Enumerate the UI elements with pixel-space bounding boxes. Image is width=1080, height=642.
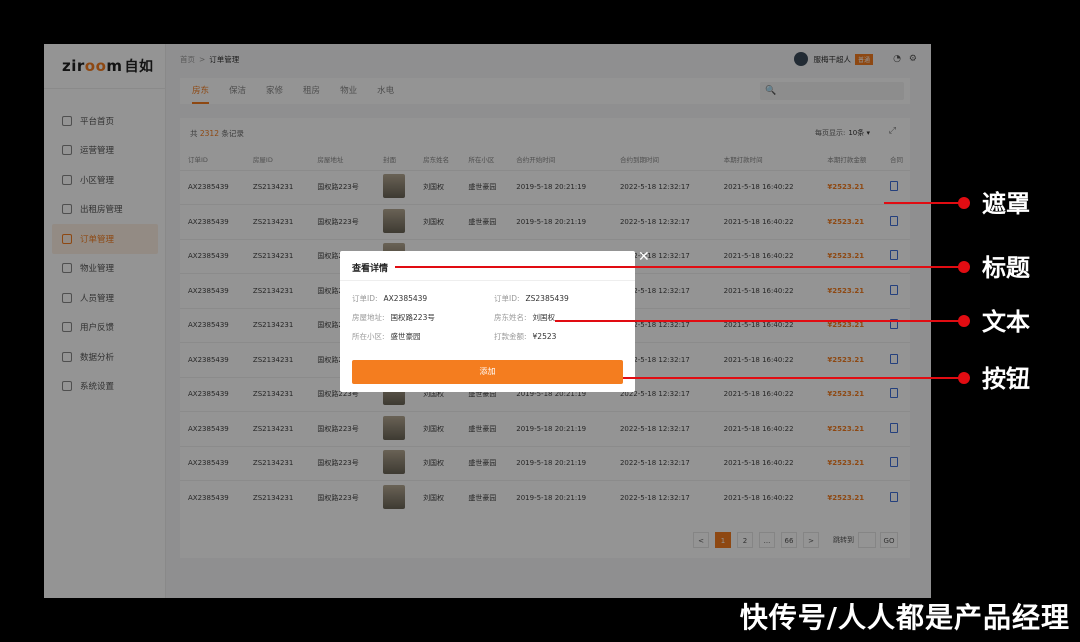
modal-field-label: 打款金额:	[494, 332, 527, 341]
leader-line-text	[555, 320, 963, 322]
annotation-button: 按钮	[982, 365, 1030, 393]
modal-field: 订单ID: AX2385439	[352, 293, 427, 304]
modal-field-label: 订单ID:	[352, 294, 378, 303]
modal-title: 查看详情	[352, 264, 389, 274]
add-button[interactable]: 添加	[352, 360, 623, 384]
modal-field: 打款金额: ¥2523	[494, 331, 556, 342]
leader-dot-mask	[958, 197, 970, 209]
modal-field-label: 所在小区:	[352, 332, 385, 341]
modal-field: 订单ID: ZS2385439	[494, 293, 569, 304]
modal-field-label: 订单ID:	[494, 294, 520, 303]
modal-field-value: 国权路223号	[390, 313, 435, 322]
modal-field: 房东姓名: 刘国权	[494, 312, 555, 323]
modal-field-label: 房东姓名:	[494, 313, 527, 322]
modal-field-value: ZS2385439	[525, 294, 569, 303]
canvas: zir oo m 自如 平台首页 运营管理 小区管理 出租房管理 订单管理 物业管理 人员管理 用户…	[0, 0, 1080, 642]
leader-dot-title	[958, 261, 970, 273]
modal-field-value: ¥2523	[532, 332, 557, 341]
watermark: 快传号/人人都是产品经理	[739, 601, 1070, 634]
leader-line-mask	[884, 202, 964, 204]
annotation-title: 标题	[982, 254, 1030, 282]
modal-field-label: 房屋地址:	[352, 313, 385, 322]
modal-field: 房屋地址: 国权路223号	[352, 312, 435, 323]
modal-divider	[340, 280, 635, 281]
leader-dot-text	[958, 315, 970, 327]
close-icon[interactable]: ✕	[638, 250, 650, 264]
leader-line-title	[395, 266, 963, 268]
modal-field-value: AX2385439	[383, 294, 428, 303]
leader-line-button	[623, 377, 963, 379]
modal-field: 所在小区: 盛世豪园	[352, 331, 421, 342]
annotation-mask: 遮罩	[982, 190, 1030, 218]
modal-field-value: 盛世豪园	[390, 332, 421, 341]
leader-dot-button	[958, 372, 970, 384]
annotation-text: 文本	[982, 308, 1030, 336]
modal-field-value: 刘国权	[532, 313, 556, 322]
